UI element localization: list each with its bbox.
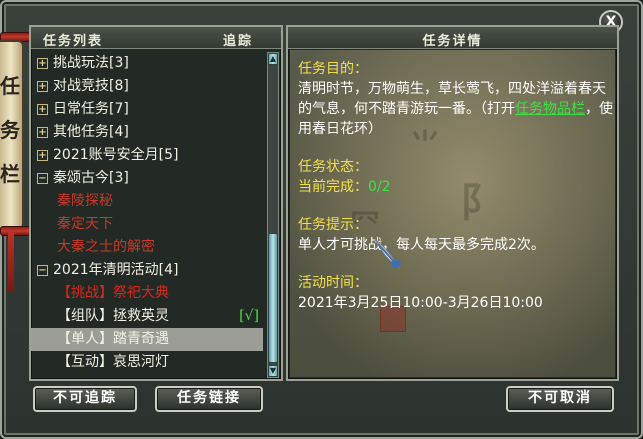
track-column-label: 追踪 [222, 34, 253, 49]
task-detail-header: 任务详情 [288, 27, 617, 49]
task-detail-title: 任务详情 [422, 34, 483, 49]
expand-plus-icon[interactable]: + [37, 127, 48, 138]
scroll-glyph: 栏 [0, 162, 20, 186]
scroll-up-icon[interactable]: ▲ [268, 53, 278, 65]
status-label: 任务状态： [298, 159, 368, 175]
goal-label: 任务目的： [298, 61, 368, 77]
task-item-qin-2[interactable]: 秦定天下 [37, 213, 263, 236]
task-list-panel: 任务列表 追踪 + 挑战玩法[3] + 对战竞技[8] + 日常任务[7] + 其他任务… [29, 25, 283, 381]
category-other[interactable]: + 其他任务[4] [37, 121, 263, 144]
status-prefix: 当前完成： [298, 179, 368, 195]
category-qingming[interactable]: −2021年清明活动[4] [37, 259, 263, 282]
cancel-task-button[interactable]: 不可取消 [506, 386, 614, 412]
hint-text: 单人才可挑战，每人每天最多完成2次。 [298, 237, 545, 253]
task-list-header: 任务列表 追踪 [31, 27, 281, 49]
hint-label: 任务提示： [298, 217, 368, 233]
task-tag: 【互动】 [57, 354, 113, 370]
task-name: 秦陵探秘 [57, 193, 113, 209]
expand-plus-icon[interactable]: + [37, 104, 48, 115]
expand-plus-icon[interactable]: + [37, 81, 48, 92]
category-label: 秦颂古今[3] [53, 170, 129, 186]
task-item-qin-1[interactable]: 秦陵探秘 [37, 190, 263, 213]
category-challenge[interactable]: + 挑战玩法[3] [37, 52, 263, 75]
task-link-button[interactable]: 任务链接 [155, 386, 263, 412]
task-item-ritual[interactable]: 【挑战】祭祀大典 [37, 282, 263, 305]
task-name: 踏青奇遇 [113, 331, 169, 347]
task-item-qin-3[interactable]: 大秦之士的解密 [37, 236, 263, 259]
quest-scroll-decoration: 任 务 栏 [0, 40, 24, 230]
category-label: 2021账号安全月[5] [53, 147, 179, 163]
task-name: 大秦之士的解密 [57, 239, 155, 255]
task-name: 拯救英灵 [113, 308, 169, 324]
expand-plus-icon[interactable]: + [37, 58, 48, 69]
task-item-rescue[interactable]: 【组队】拯救英灵 [√] [37, 305, 263, 328]
scroll-rod-bottom [0, 226, 30, 236]
scroll-glyph: 任 [0, 74, 20, 98]
expand-plus-icon[interactable]: + [37, 150, 48, 161]
collapse-minus-icon[interactable]: − [37, 265, 48, 276]
task-item-spring-outing[interactable]: 【单人】踏青奇遇 [31, 328, 263, 351]
tassel-ornament [8, 232, 14, 292]
task-tree: + 挑战玩法[3] + 对战竞技[8] + 日常任务[7] + 其他任务[4] +202… [31, 52, 263, 374]
category-daily[interactable]: + 日常任务[7] [37, 98, 263, 121]
time-text: 2021年3月25日10:00-3月26日10:00 [298, 295, 543, 311]
task-name: 哀思河灯 [113, 354, 169, 370]
category-label: 日常任务[7] [53, 101, 129, 117]
task-item-river-lantern[interactable]: 【互动】哀思河灯 [37, 351, 263, 374]
task-list-title: 任务列表 [43, 34, 104, 49]
category-qin[interactable]: − 秦颂古今[3] [37, 167, 263, 190]
goal-text: 清明时节，万物萌生，草长莺飞，四处洋溢着春天的气息，何不踏青游玩一番。（打开任务… [298, 79, 616, 139]
task-list-scrollbar[interactable]: ▲ ▼ [267, 52, 279, 378]
category-label: 对战竞技[8] [53, 78, 129, 94]
task-name: 秦定天下 [57, 216, 113, 232]
category-label: 2021年清明活动[4] [53, 262, 179, 278]
task-detail-panel: 任务详情 ⺌ ⻖ ⺳ 任务目的： 清明时节，万物萌生，草长莺飞，四处洋溢着春天的… [286, 25, 619, 381]
scroll-thumb[interactable] [268, 233, 278, 363]
scroll-down-icon[interactable]: ▼ [268, 365, 278, 377]
status-progress: 当前完成：0/2 [298, 177, 616, 197]
category-label: 挑战玩法[3] [53, 55, 129, 71]
time-label: 活动时间： [298, 275, 368, 291]
task-tag: 【组队】 [57, 308, 113, 324]
inventory-link[interactable]: 任务物品栏 [515, 101, 585, 117]
scroll-glyph: 务 [0, 118, 20, 142]
category-label: 其他任务[4] [53, 124, 129, 140]
category-account-security[interactable]: +2021账号安全月[5] [37, 144, 263, 167]
status-value: 0/2 [368, 179, 391, 195]
category-pvp[interactable]: + 对战竞技[8] [37, 75, 263, 98]
task-tag: 【挑战】 [57, 285, 113, 301]
feather-cursor-icon [374, 238, 401, 269]
track-check-icon[interactable]: [√] [239, 305, 259, 328]
task-name: 祭祀大典 [113, 285, 169, 301]
task-detail-content: 任务目的： 清明时节，万物萌生，草长莺飞，四处洋溢着春天的气息，何不踏青游玩一番… [298, 59, 616, 313]
untrack-button[interactable]: 不可追踪 [33, 386, 137, 412]
collapse-minus-icon[interactable]: − [37, 173, 48, 184]
task-tag: 【单人】 [57, 331, 113, 347]
